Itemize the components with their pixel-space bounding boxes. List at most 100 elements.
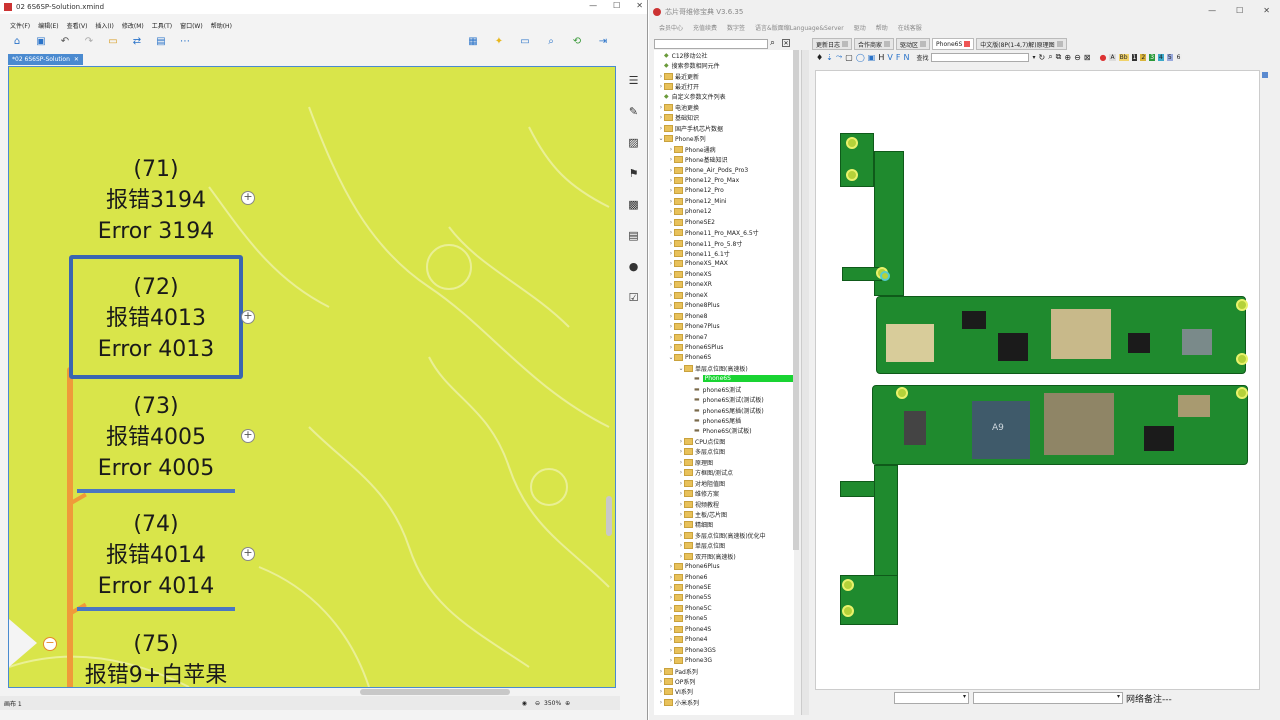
canvas-vertical-scrollbar[interactable]: [606, 496, 612, 536]
front-icon[interactable]: F: [896, 53, 901, 62]
notes-icon[interactable]: ▤: [627, 227, 641, 244]
tree-scrollbar[interactable]: [793, 50, 799, 550]
topic-icon[interactable]: ▭: [106, 34, 120, 48]
tree-item[interactable]: › 视频教程: [654, 499, 794, 509]
redo-icon[interactable]: ↷: [82, 34, 96, 48]
board-scroll-indicator[interactable]: [1262, 72, 1268, 78]
layer-select[interactable]: ▾: [894, 692, 969, 704]
tree-item[interactable]: › PhoneXS_MAX: [654, 259, 794, 269]
tree-item[interactable]: › Pad系列: [654, 666, 794, 676]
relationship-icon[interactable]: ⇄: [130, 34, 144, 48]
part-search-input[interactable]: [931, 52, 1030, 62]
outline-icon[interactable]: ☰: [627, 72, 641, 89]
idea-icon[interactable]: ✦: [492, 34, 506, 48]
fit-icon[interactable]: ⊠: [1084, 53, 1091, 62]
marker-flag-icon[interactable]: ⚑: [627, 165, 641, 182]
topic-75[interactable]: (75) 报错9+白苹果: [66, 629, 246, 687]
more-icon[interactable]: ⋯: [178, 34, 192, 48]
tree-item[interactable]: › 方框图/测试点: [654, 468, 794, 478]
expand-topic-72-button[interactable]: +: [241, 310, 255, 324]
tab-close-icon[interactable]: [884, 41, 891, 47]
expand-topic-71-button[interactable]: +: [241, 191, 255, 205]
tree-item[interactable]: › 对地阻值图: [654, 478, 794, 488]
tree-item[interactable]: › Phone6Plus: [654, 561, 794, 571]
tree-item[interactable]: › 基础知识: [654, 113, 794, 123]
layer-6-icon[interactable]: 6: [1175, 53, 1182, 61]
tree-item[interactable]: › 单层点位图: [654, 541, 794, 551]
layer-4-icon[interactable]: 4: [1158, 53, 1164, 61]
menu-item[interactable]: 文件(F): [10, 21, 30, 30]
document-tab[interactable]: 更新日志: [812, 38, 853, 50]
tree-item[interactable]: › Phone12_Mini: [654, 196, 794, 206]
share-icon[interactable]: ⟲: [570, 34, 584, 48]
menu-item[interactable]: 驱动: [854, 23, 866, 32]
tree-search-input[interactable]: [654, 39, 768, 49]
tree-item[interactable]: › CPU点位图: [654, 436, 794, 446]
search-dropdown-icon[interactable]: ▾: [1032, 54, 1035, 61]
flip-vertical-icon[interactable]: V: [887, 53, 892, 62]
tab-close-icon[interactable]: [842, 41, 849, 47]
presentation-icon[interactable]: ▭: [518, 34, 532, 48]
close-button[interactable]: ✕: [1263, 6, 1270, 15]
tree-item[interactable]: › 最近打开: [654, 81, 794, 91]
menu-item[interactable]: 数字签: [727, 23, 745, 32]
tree-item[interactable]: › Phone12_Pro: [654, 186, 794, 196]
tree-item[interactable]: › phone12: [654, 207, 794, 217]
tree-item[interactable]: › Phone6: [654, 572, 794, 582]
sheet-tab[interactable]: 画布 1: [4, 699, 22, 708]
search-icon[interactable]: ⌕: [544, 34, 558, 48]
pin-icon[interactable]: ♦: [816, 53, 823, 62]
maximize-button[interactable]: ☐: [1236, 6, 1243, 15]
search-icon[interactable]: ⌕: [770, 38, 775, 48]
tree-item[interactable]: › Phone11_6.1寸: [654, 248, 794, 258]
layer-3-icon[interactable]: 3: [1149, 53, 1156, 61]
tree-item[interactable]: › 小米系列: [654, 697, 794, 707]
expand-topic-73-button[interactable]: +: [241, 429, 255, 443]
circle-icon[interactable]: ◯: [856, 53, 865, 62]
tree-item[interactable]: › Phone3G: [654, 655, 794, 665]
measure-icon[interactable]: ⤳: [836, 52, 842, 62]
tree-item[interactable]: › OP系列: [654, 676, 794, 686]
tree-item[interactable]: ⌄ 单层点位图(高速板): [654, 363, 794, 373]
font-bb-icon[interactable]: Bb: [1118, 53, 1129, 61]
menu-item[interactable]: 帮助(H): [211, 21, 232, 30]
tree-item[interactable]: › Phone7: [654, 332, 794, 342]
net-select[interactable]: ▾: [973, 692, 1123, 704]
document-tab[interactable]: 驱动区: [896, 38, 931, 50]
task-icon[interactable]: ☑: [627, 289, 641, 306]
zoom-in-icon[interactable]: ⊕: [565, 700, 570, 707]
tree-item[interactable]: › 主板/芯片图: [654, 509, 794, 519]
menu-item[interactable]: 充值续费: [693, 23, 717, 32]
tree-item[interactable]: › Phone5C: [654, 603, 794, 613]
tree-item[interactable]: ▬ phone6S测试(测试板): [654, 394, 794, 404]
menu-item[interactable]: 查看(V): [67, 21, 88, 30]
document-tab[interactable]: Phone6S: [932, 38, 975, 50]
zoom-out-icon[interactable]: ⊖: [535, 700, 540, 707]
canvas-horizontal-scrollbar[interactable]: [360, 689, 510, 695]
tree-item[interactable]: ▬ phone6S测试: [654, 384, 794, 394]
boardview-canvas[interactable]: A9: [815, 70, 1260, 690]
tree-item[interactable]: › VI系列: [654, 687, 794, 697]
tree-item[interactable]: ▬ Phone6S(测试板): [654, 426, 794, 436]
box-icon[interactable]: ▢: [845, 53, 853, 62]
zoom-icon[interactable]: ⌕: [1048, 52, 1052, 62]
summary-icon[interactable]: ▤: [154, 34, 168, 48]
tree-item[interactable]: › Phone7Plus: [654, 321, 794, 331]
home-icon[interactable]: ⌂: [10, 34, 24, 48]
color-icon[interactable]: ●: [1100, 53, 1107, 62]
view-icon[interactable]: ◉: [522, 700, 527, 707]
tab-close-icon[interactable]: ✕: [74, 56, 79, 63]
mindmap-canvas[interactable]: (71) 报错3194 Error 3194 (72) 报错4013 Error…: [8, 66, 616, 688]
cursor-icon[interactable]: ⇣: [826, 53, 833, 62]
zoom-in-icon[interactable]: ⊕: [1064, 53, 1071, 62]
tree-item[interactable]: ⌄ Phone6S: [654, 353, 794, 363]
tree-item[interactable]: › PhoneXS: [654, 269, 794, 279]
tree-item[interactable]: › Phone8Plus: [654, 301, 794, 311]
menu-item[interactable]: 帮助: [876, 23, 888, 32]
layout-icon[interactable]: ▦: [466, 34, 480, 48]
save-icon[interactable]: ▣: [34, 34, 48, 48]
tree-item[interactable]: › Phone8: [654, 311, 794, 321]
document-tab[interactable]: 合作商家: [854, 38, 895, 50]
tree-item[interactable]: ▬ phone6S尾插: [654, 415, 794, 425]
menu-item[interactable]: 语言&版面缩Language&Server: [755, 23, 844, 32]
